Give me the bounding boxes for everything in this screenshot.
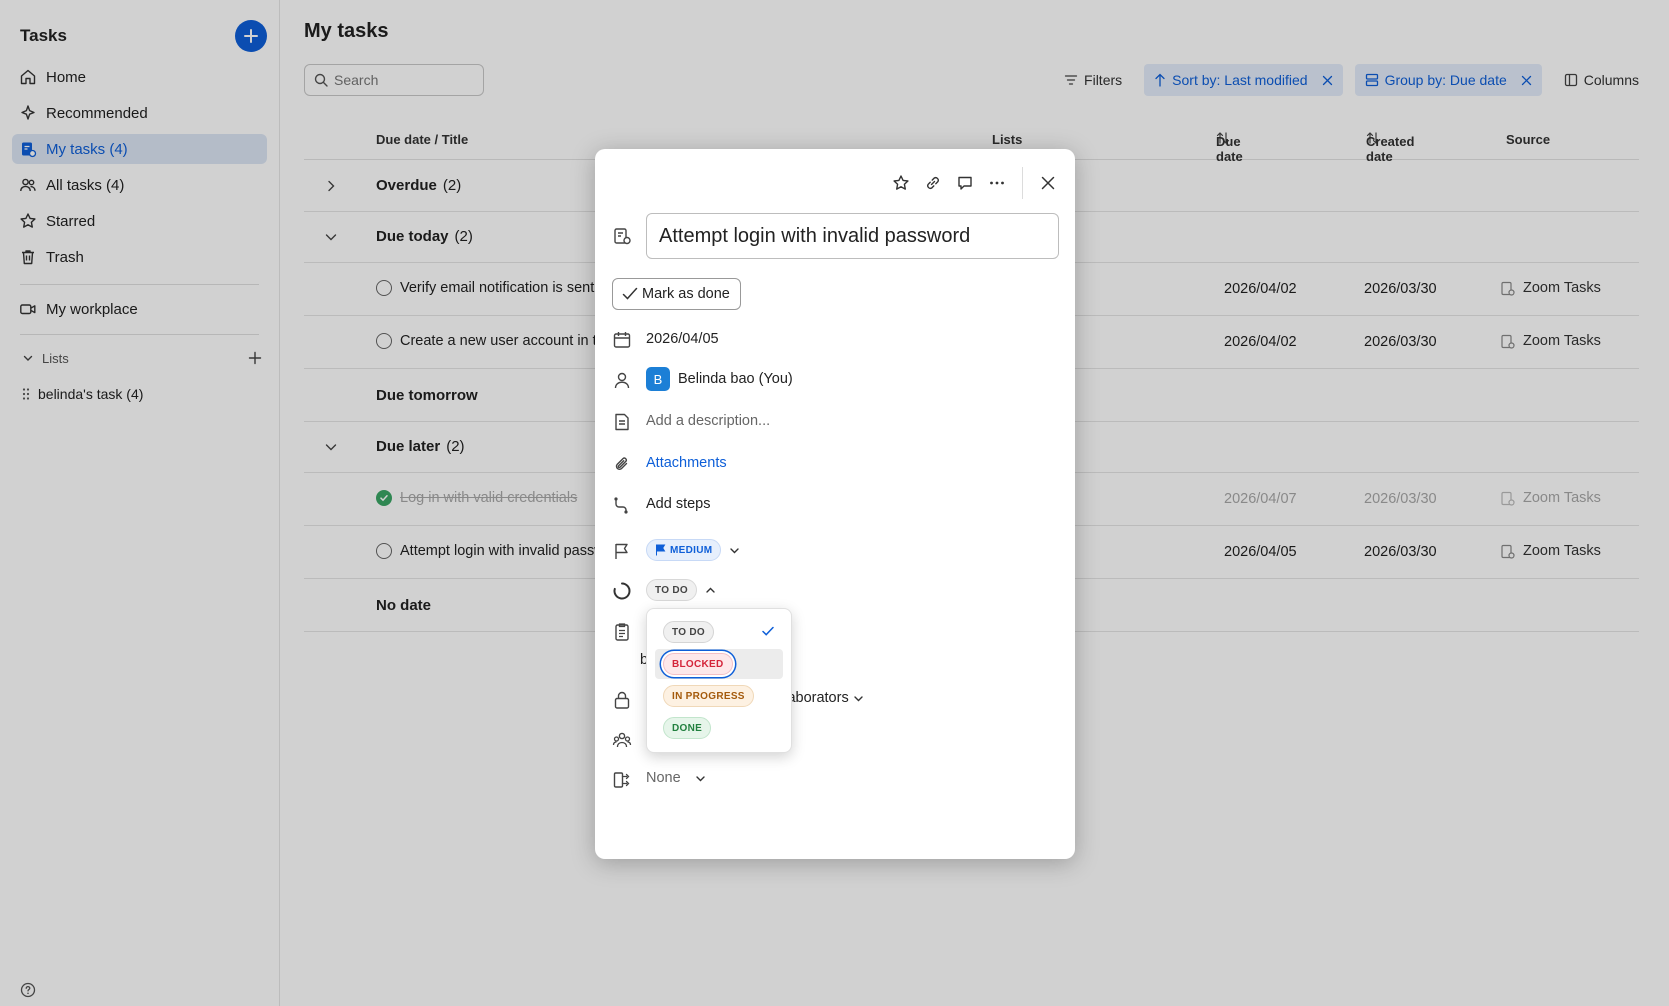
attachments-link[interactable]: Attachments [646, 455, 727, 471]
description-icon [611, 411, 633, 433]
priority-badge: MEDIUM [646, 539, 722, 561]
status-badge: TO DO [646, 579, 697, 601]
status-option-label: TO DO [663, 621, 714, 643]
collaborators-icon [611, 729, 633, 751]
star-icon[interactable] [892, 174, 910, 192]
priority-selector[interactable]: MEDIUM [646, 539, 740, 561]
person-icon [611, 369, 633, 391]
status-option-label: DONE [663, 717, 712, 739]
more-icon[interactable] [988, 174, 1006, 192]
description-input[interactable]: Add a description... [646, 413, 770, 429]
avatar: B [646, 367, 670, 391]
flag-icon [656, 544, 666, 556]
check-icon [622, 287, 638, 300]
chevron-down-icon [854, 695, 863, 701]
status-option-in-progress[interactable]: IN PROGRESS [655, 681, 783, 711]
due-date-field[interactable]: 2026/04/05 [646, 331, 719, 347]
assignee-field[interactable]: B Belinda bao (You) [646, 367, 793, 391]
task-title-input[interactable]: Attempt login with invalid password [646, 213, 1059, 259]
status-option-label: BLOCKED [663, 653, 733, 675]
add-steps-button[interactable]: Add steps [646, 496, 711, 512]
calendar-icon [611, 329, 633, 351]
mark-as-done-button[interactable]: Mark as done [612, 278, 741, 310]
dependency-value: None [646, 770, 681, 786]
status-option-done[interactable]: DONE [655, 713, 783, 743]
status-option-blocked[interactable]: BLOCKED [655, 649, 783, 679]
status-selector[interactable]: TO DO [646, 579, 716, 601]
dependency-selector[interactable]: None [646, 770, 706, 786]
check-icon [762, 626, 774, 636]
chevron-up-icon [706, 587, 715, 593]
close-icon[interactable] [1039, 174, 1057, 192]
link-icon[interactable] [924, 174, 942, 192]
status-progress-icon [611, 580, 633, 602]
flag-icon [611, 540, 633, 562]
assignee-name: Belinda bao (You) [678, 371, 793, 387]
status-option-todo[interactable]: TO DO [655, 617, 783, 647]
chevron-down-icon [730, 547, 740, 553]
lock-icon [611, 689, 633, 711]
status-dropdown: TO DO BLOCKED IN PROGRESS DONE [646, 608, 792, 753]
mark-done-label: Mark as done [642, 286, 730, 302]
dependency-icon [611, 769, 633, 791]
status-option-label: IN PROGRESS [663, 685, 754, 707]
comment-icon[interactable] [956, 174, 974, 192]
steps-icon [611, 494, 633, 516]
task-type-icon [611, 225, 633, 247]
chevron-down-icon [695, 775, 705, 781]
list-icon [611, 621, 633, 643]
modal-actions [892, 167, 1057, 199]
paperclip-icon [611, 453, 633, 475]
divider [1022, 167, 1023, 199]
visibility-selector[interactable]: llaborators [781, 690, 864, 706]
